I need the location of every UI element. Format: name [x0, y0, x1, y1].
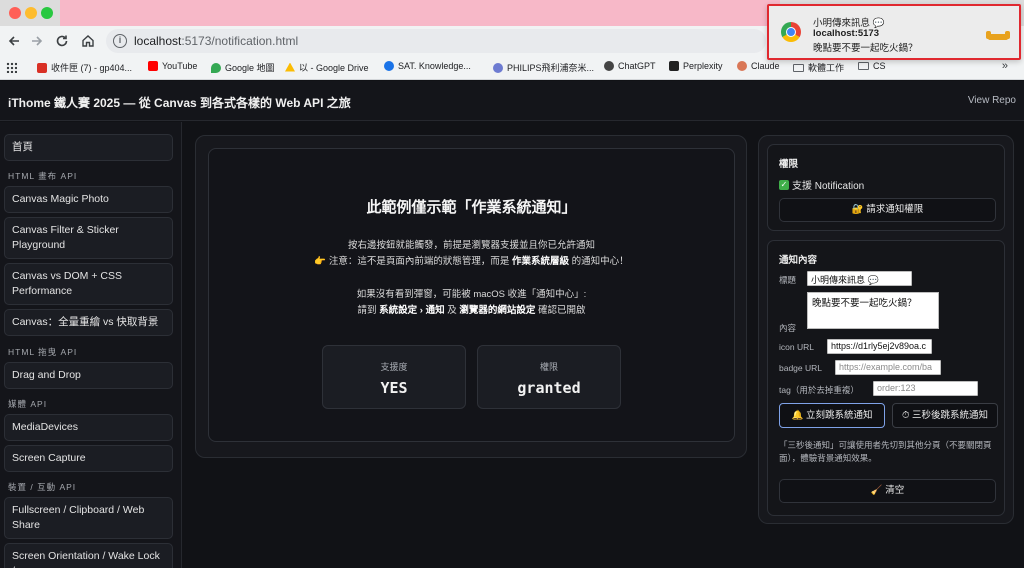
clear-button[interactable]: 🧹 清空 — [779, 479, 996, 503]
check-icon: ✓ — [779, 179, 789, 190]
bookmark-perplexity[interactable]: Perplexity — [669, 61, 723, 71]
bookmark-sat[interactable]: SAT. Knowledge... — [384, 61, 471, 71]
view-repo-link[interactable]: View Repo — [968, 95, 1016, 106]
support-stat-card: 支援度 YES — [322, 345, 466, 409]
site-info-icon[interactable]: i — [113, 34, 127, 48]
chatgpt-icon — [604, 61, 614, 71]
permission-label: 權限 — [539, 362, 558, 372]
sidebar-item-canvas-filter-sticker[interactable]: Canvas Filter & Sticker Playground — [4, 217, 173, 259]
tag-label: tag（用於去掉重複） — [779, 385, 859, 395]
system-notification[interactable]: 小明傳來訊息 💬 localhost:5173 晚點要不要一起吃火鍋？ — [767, 4, 1021, 60]
description-line-1: 按右邊按鈕就能觸發，前提是瀏覽器支援並且你已允許通知 — [347, 240, 595, 251]
icon-url-input[interactable]: https://d1rly5ej2v89oa.c — [827, 339, 932, 354]
badge-url-input[interactable]: https://example.com/ba — [835, 360, 941, 375]
sidebar-item-canvas-redraw[interactable]: Canvas：全量重繪 vs 快取背景 — [4, 309, 173, 336]
sidebar-item-media-devices[interactable]: MediaDevices — [4, 414, 173, 441]
drive-icon — [285, 62, 295, 72]
site-title: iThome 鐵人賽 2025 — 從 Canvas 到各式各樣的 Web AP… — [8, 96, 351, 110]
home-icon[interactable] — [78, 31, 98, 51]
notification-title: 小明傳來訊息 💬 — [813, 18, 885, 29]
philips-icon — [493, 62, 503, 73]
sidebar-section-canvas: HTML 畫布 API — [8, 171, 78, 181]
description-line-3: 如果沒有看到彈窗，可能被 macOS 收進「通知中心」: — [356, 289, 587, 300]
sidebar-item-drag-and-drop[interactable]: Drag and Drop — [4, 362, 173, 389]
sidebar-item-screen-orientation[interactable]: Screen Orientation / Wake Lock / — [4, 543, 173, 568]
delay-hint: 「三秒後通知」可讓使用者先切到其他分頁（不要關閉頁面），體驗背景通知效果。 — [779, 440, 992, 463]
sat-icon — [384, 61, 394, 71]
permission-card: 權限 ✓ 支援 Notification 🔐 請求通知權限 — [767, 144, 1005, 231]
tag-input[interactable]: order:123 — [873, 381, 978, 396]
title-input[interactable]: 小明傳來訊息 💬 — [807, 271, 912, 286]
chrome-logo-icon — [781, 22, 801, 42]
notification-content-card: 通知內容 標題 小明傳來訊息 💬 晚點要不要一起吃火鍋？ 內容 icon URL… — [767, 240, 1005, 516]
bookmark-folder-software[interactable]: 軟體工作 — [793, 61, 844, 74]
perplexity-icon — [669, 61, 679, 71]
folder-icon — [858, 62, 869, 70]
bookmark-philips[interactable]: PHILIPS飛利浦奈米... — [493, 61, 594, 74]
bookmark-claude[interactable]: Claude — [737, 61, 780, 71]
support-label: 支援度 — [380, 362, 408, 372]
request-permission-button[interactable]: 🔐 請求通知權限 — [779, 198, 996, 222]
send-later-button[interactable]: ⏱ 三秒後跳系統通知 — [892, 403, 998, 428]
main-panel: 此範例僅示範「作業系統通知」 按右邊按鈕就能觸發，前提是瀏覽器支援並且你已允許通… — [195, 135, 747, 458]
bookmark-gmail[interactable]: 收件匣 (7) - gp404... — [37, 61, 132, 74]
gmail-icon — [37, 62, 47, 73]
sidebar-section-drag: HTML 拖曳 API — [8, 347, 78, 357]
sidebar-item-canvas-magic-photo[interactable]: Canvas Magic Photo — [4, 186, 173, 213]
close-window-button[interactable] — [9, 7, 21, 19]
site-header: iThome 鐵人賽 2025 — 從 Canvas 到各式各樣的 Web AP… — [0, 81, 1024, 121]
notification-body: 晚點要不要一起吃火鍋？ — [813, 43, 918, 54]
sidebar-item-fullscreen-clipboard[interactable]: Fullscreen / Clipboard / Web Share — [4, 497, 173, 539]
sidebar-section-media: 媒體 API — [8, 399, 48, 409]
back-icon[interactable] — [4, 31, 24, 51]
bookmark-chatgpt[interactable]: ChatGPT — [604, 61, 656, 71]
forward-icon[interactable] — [27, 31, 47, 51]
control-panel: 權限 ✓ 支援 Notification 🔐 請求通知權限 通知內容 標題 小明傳… — [758, 135, 1014, 524]
sidebar-section-device: 裝置 / 互動 API — [8, 482, 77, 492]
send-now-button[interactable]: 🔔 立刻跳系統通知 — [779, 403, 885, 428]
apps-grid-icon[interactable] — [6, 62, 17, 73]
main-inner-panel: 此範例僅示範「作業系統通知」 按右邊按鈕就能觸發，前提是瀏覽器支援並且你已允許通… — [208, 148, 735, 442]
reload-icon[interactable] — [52, 31, 72, 51]
sofa-icon — [986, 31, 1010, 40]
permission-stat-card: 權限 granted — [477, 345, 621, 409]
support-value: YES — [380, 379, 408, 397]
address-bar[interactable]: i localhost:5173/notification.html — [106, 29, 766, 53]
tab-strip — [60, 0, 780, 26]
bookmark-google-drive[interactable]: 以 - Google Drive — [285, 61, 369, 74]
bookmark-folder-cs[interactable]: CS — [858, 61, 886, 71]
bookmarks-overflow-button[interactable]: » — [1002, 60, 1008, 72]
zoom-window-button[interactable] — [41, 7, 53, 19]
folder-icon — [793, 63, 804, 72]
page-heading: 此範例僅示範「作業系統通知」 — [366, 199, 577, 216]
permission-value: granted — [517, 379, 581, 397]
notification-site: localhost:5173 — [813, 28, 879, 39]
page: iThome 鐵人賽 2025 — 從 Canvas 到各式各樣的 Web AP… — [0, 81, 1024, 568]
minimize-window-button[interactable] — [25, 7, 37, 19]
bookmark-youtube[interactable]: YouTube — [148, 61, 197, 71]
maps-icon — [211, 62, 221, 73]
sidebar-item-screen-capture[interactable]: Screen Capture — [4, 445, 173, 472]
support-status: ✓ 支援 Notification — [779, 179, 865, 192]
youtube-icon — [148, 61, 158, 71]
description-line-4: 請到 系統設定 › 通知 及 瀏覽器的網站設定 確認已開啟 — [357, 305, 586, 316]
badge-url-label: badge URL — [779, 363, 823, 373]
description-line-2: 👉 注意：這不是頁面內前端的狀態管理，而是 作業系統層級 的通知中心！ — [314, 256, 629, 267]
bookmark-google-maps[interactable]: Google 地圖 — [211, 61, 275, 74]
permission-card-title: 權限 — [779, 159, 799, 170]
content-card-title: 通知內容 — [779, 255, 818, 266]
content-textarea[interactable]: 晚點要不要一起吃火鍋？ — [807, 292, 939, 329]
content-field-label: 內容 — [779, 323, 797, 333]
sidebar: 首頁 HTML 畫布 API Canvas Magic Photo Canvas… — [0, 122, 182, 568]
claude-icon — [737, 61, 747, 71]
sidebar-item-home[interactable]: 首頁 — [4, 134, 173, 161]
icon-url-label: icon URL — [779, 342, 814, 352]
title-field-label: 標題 — [779, 275, 797, 285]
sidebar-item-canvas-vs-dom[interactable]: Canvas vs DOM + CSS Performance — [4, 263, 173, 305]
url-text: localhost:5173/notification.html — [134, 34, 299, 48]
